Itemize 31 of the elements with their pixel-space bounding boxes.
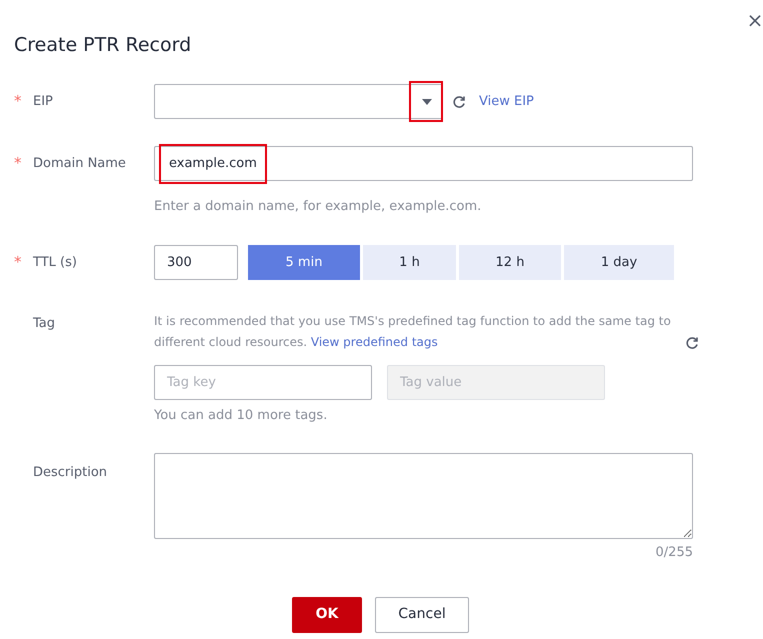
field-label: Domain Name	[33, 154, 126, 173]
character-counter: 0/255	[656, 544, 693, 562]
hint-text: You can add 10 more tags.	[154, 408, 328, 423]
hint-text: Enter a domain name, for example, example.com.	[154, 199, 482, 214]
field-label: Description	[33, 464, 108, 482]
domain-name-field[interactable]: example.com	[154, 146, 693, 181]
close-button[interactable]: ×	[744, 8, 763, 32]
field-value: example.com	[159, 144, 267, 184]
ok-button[interactable]: OK	[292, 596, 362, 632]
view-predefined-tags-link[interactable]: View predefined tags	[310, 335, 438, 349]
refresh-icon[interactable]	[452, 94, 466, 108]
ttl-field[interactable]: 300	[154, 245, 238, 280]
required-mark: *	[14, 91, 22, 112]
required-mark: *	[14, 153, 22, 174]
required-mark: *	[14, 252, 22, 274]
ttl-option[interactable]: 12 h	[459, 245, 561, 280]
dialog-title: Create PTR Record	[14, 33, 192, 58]
tag-note: It is recommended that you use TMS's predefined tag function to add the same tag to different cloud resources. View predefined tags	[154, 313, 672, 351]
field-label: TTL (s)	[33, 254, 77, 272]
description-field[interactable]	[154, 453, 693, 539]
field-value: 300	[167, 254, 192, 272]
ttl-option[interactable]: 1 day	[564, 245, 674, 280]
field-label: Tag	[33, 315, 56, 333]
caret-icon[interactable]	[422, 98, 432, 104]
ttl-option[interactable]: 5 min	[248, 245, 360, 280]
refresh-icon[interactable]	[685, 336, 699, 350]
cancel-button[interactable]: Cancel	[375, 596, 469, 632]
ttl-option[interactable]: 1 h	[363, 245, 456, 280]
field-label: EIP	[33, 92, 53, 111]
view-eip-link[interactable]: View EIP	[479, 92, 534, 112]
tag-key-field[interactable]: Tag key	[154, 365, 372, 400]
